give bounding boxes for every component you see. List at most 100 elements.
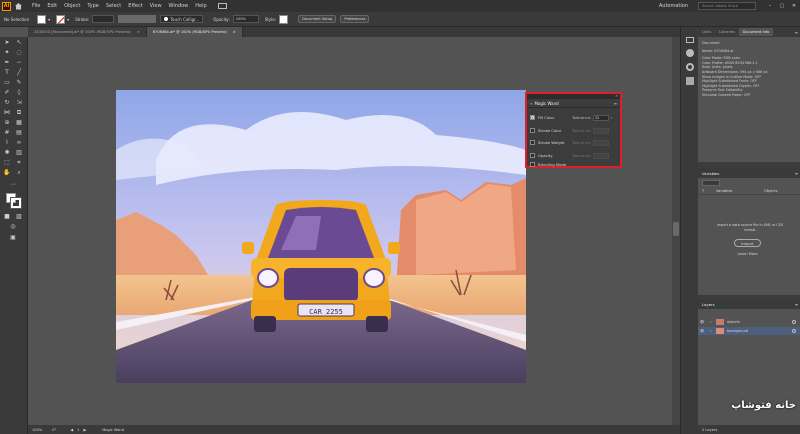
line-tool-icon[interactable]: ╱: [15, 69, 23, 76]
shape-builder-tool-icon[interactable]: ⊕: [3, 119, 11, 126]
brush-picker[interactable]: Touch Calligr...: [160, 15, 204, 23]
panel-menu-icon[interactable]: ≡: [795, 30, 798, 35]
home-icon[interactable]: [14, 2, 24, 10]
tab-libraries[interactable]: Libraries: [715, 28, 739, 36]
style-swatch[interactable]: [279, 14, 289, 24]
fill-tolerance-field[interactable]: 32: [593, 114, 609, 121]
vertical-scrollbar[interactable]: [672, 37, 680, 425]
type-tool-icon[interactable]: T: [3, 69, 11, 76]
shaper-tool-icon[interactable]: ✐: [3, 89, 11, 96]
pen-tool-icon[interactable]: ✒: [3, 59, 11, 66]
close-tab-icon[interactable]: ×: [233, 30, 236, 34]
blend-tool-icon[interactable]: ∞: [15, 139, 23, 146]
panel-menu-icon[interactable]: ≡: [614, 101, 617, 106]
opacity-checkbox[interactable]: [530, 153, 535, 158]
lasso-tool-icon[interactable]: ◌: [15, 49, 23, 56]
menu-effect[interactable]: Effect: [128, 3, 142, 9]
mesh-tool-icon[interactable]: #: [3, 129, 11, 136]
menu-select[interactable]: Select: [106, 3, 121, 9]
zoom-tool-icon[interactable]: ⌕: [15, 169, 23, 176]
opacity-tolerance-field[interactable]: [593, 152, 609, 159]
preferences-button[interactable]: Preferences: [340, 15, 370, 23]
width-tool-icon[interactable]: ⋈: [3, 109, 11, 116]
tab-document-info[interactable]: Document Info: [738, 28, 774, 36]
chevron-down-icon[interactable]: ▾: [67, 17, 69, 22]
learn-more-link[interactable]: Learn More: [734, 252, 761, 256]
tab-links[interactable]: Links: [698, 28, 715, 36]
close-tab-icon[interactable]: ×: [137, 30, 140, 34]
paintbrush-tool-icon[interactable]: ✎: [15, 79, 23, 86]
variable-width-field[interactable]: [118, 15, 157, 23]
tab-document-2[interactable]: 6706464.ai* @ 100% (RGB/GPU Preview) ×: [146, 27, 243, 37]
collapse-icon[interactable]: «: [530, 101, 532, 106]
artboard-tool-icon[interactable]: ⬚: [3, 159, 11, 166]
layer-row[interactable]: 👁 › objects: [698, 318, 800, 326]
menu-type[interactable]: Type: [87, 3, 98, 9]
fill-color-checkbox[interactable]: ✓: [530, 115, 535, 120]
rotation-value[interactable]: 0°: [52, 428, 56, 432]
menu-file[interactable]: File: [32, 3, 40, 9]
variable-set-dropdown[interactable]: [702, 180, 720, 186]
menu-object[interactable]: Object: [64, 3, 80, 9]
weight-tolerance-field[interactable]: [593, 139, 609, 146]
chevron-down-icon[interactable]: ▾: [48, 17, 50, 22]
rotate-tool-icon[interactable]: ↻: [3, 99, 11, 106]
stroke-color-checkbox[interactable]: [530, 128, 535, 133]
gradient-tool-icon[interactable]: ▤: [15, 129, 23, 136]
panel-menu-icon[interactable]: ≡: [795, 302, 798, 307]
expand-icon[interactable]: ›: [706, 320, 716, 324]
opacity-field[interactable]: 100%: [232, 15, 259, 23]
stroke-weight-field[interactable]: [92, 15, 115, 23]
perspective-grid-tool-icon[interactable]: ▦: [15, 119, 23, 126]
artboard-car-illustration[interactable]: [116, 90, 526, 383]
rectangle-tool-icon[interactable]: ▭: [3, 79, 11, 86]
symbol-sprayer-tool-icon[interactable]: ✺: [3, 149, 11, 156]
panel-menu-icon[interactable]: ≡: [795, 171, 798, 176]
workspace-switcher[interactable]: Automation: [659, 3, 688, 9]
maximize-icon[interactable]: ▢: [776, 3, 788, 9]
blending-mode-checkbox[interactable]: [530, 162, 535, 167]
direct-selection-tool-icon[interactable]: ↖: [15, 39, 23, 46]
artboard-prev-icon[interactable]: ◀: [70, 428, 73, 432]
screen-mode-icon[interactable]: ▣: [9, 234, 17, 241]
expand-icon[interactable]: ›: [706, 329, 716, 333]
stroke-swatch[interactable]: [56, 14, 66, 24]
visibility-eye-icon[interactable]: 👁: [698, 329, 706, 333]
properties-icon[interactable]: [686, 37, 694, 43]
document-setup-button[interactable]: Document Setup: [298, 15, 337, 23]
search-stock-field[interactable]: Search Adobe Stock: [698, 2, 756, 10]
menu-view[interactable]: View: [150, 3, 162, 9]
free-transform-tool-icon[interactable]: ⧉: [15, 109, 23, 116]
arrange-documents-icon[interactable]: [217, 3, 227, 9]
fill-swatch[interactable]: [37, 14, 47, 24]
edit-toolbar-icon[interactable]: ⋯: [9, 181, 17, 188]
tolerance-arrow-icon[interactable]: ›: [611, 115, 613, 120]
layer-row[interactable]: 👁 › background: [698, 327, 800, 335]
eraser-tool-icon[interactable]: ◊: [15, 89, 23, 96]
gradient-mode-icon[interactable]: ▨: [15, 213, 23, 220]
minimize-icon[interactable]: –: [764, 3, 776, 9]
curvature-tool-icon[interactable]: ∽: [15, 59, 23, 66]
fill-stroke-swatches[interactable]: [6, 193, 22, 209]
magic-wand-tool-icon[interactable]: ✦: [3, 49, 11, 56]
hand-tool-icon[interactable]: ✋: [3, 169, 11, 176]
selection-tool-icon[interactable]: ➤: [3, 39, 11, 46]
scale-tool-icon[interactable]: ⇲: [15, 99, 23, 106]
close-icon[interactable]: ✕: [788, 3, 800, 9]
stroke-panel-icon[interactable]: [686, 63, 694, 71]
artboard-next-icon[interactable]: ▶: [83, 428, 86, 432]
scroll-thumb[interactable]: [673, 222, 679, 236]
artboard-number[interactable]: 1: [77, 428, 79, 432]
stroke-weight-checkbox[interactable]: [530, 140, 535, 145]
menu-window[interactable]: Window: [169, 3, 189, 9]
graph-tool-icon[interactable]: ▥: [15, 149, 23, 156]
eyedropper-tool-icon[interactable]: ⌇: [3, 139, 11, 146]
draw-mode-icon[interactable]: ◎: [9, 223, 17, 230]
swatches-icon[interactable]: [686, 77, 694, 85]
stroke-tolerance-field[interactable]: [593, 127, 609, 134]
menu-edit[interactable]: Edit: [47, 3, 57, 9]
slice-tool-icon[interactable]: ⌗: [15, 159, 23, 166]
target-icon[interactable]: [792, 320, 796, 324]
tab-document-1[interactable]: 2430453 [Recovered].ai* @ 100% (RGB/GPU …: [28, 27, 147, 37]
color-mode-icon[interactable]: ■: [3, 213, 11, 220]
